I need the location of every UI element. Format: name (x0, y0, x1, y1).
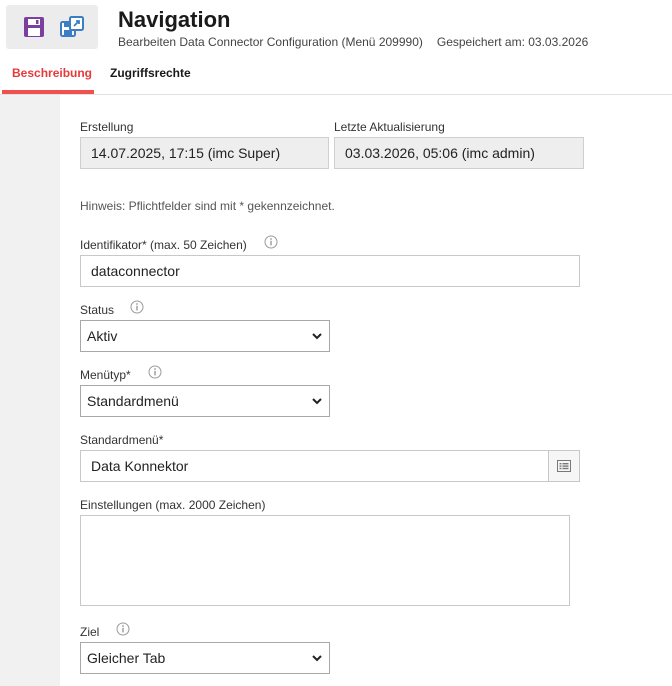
target-select[interactable]: Gleicher Tab (80, 642, 330, 674)
target-select-value: Gleicher Tab (87, 650, 166, 666)
header: Navigation Bearbeiten Data Connector Con… (0, 0, 672, 95)
standard-menu-label: Standardmenü* (80, 433, 164, 447)
tab-zugriffsrechte[interactable]: Zugriffsrechte (110, 66, 191, 80)
save-icon (24, 17, 44, 37)
status-select[interactable]: Aktiv (80, 320, 330, 352)
updated-label: Letzte Aktualisierung (334, 120, 445, 134)
standard-menu-field[interactable]: Data Konnektor (80, 450, 580, 482)
status-select-value: Aktiv (87, 328, 118, 344)
info-icon[interactable] (116, 622, 130, 636)
menu-type-label: Menütyp* (80, 368, 131, 382)
identifier-label: Identifikator* (max. 50 Zeichen) (80, 238, 247, 252)
saved-at-text: Gespeichert am: 03.03.2026 (436, 35, 589, 49)
subtitle-text: Bearbeiten Data Connector Configuration … (118, 35, 423, 49)
chevron-down-icon (312, 398, 322, 405)
menu-type-select-value: Standardmenü (87, 393, 179, 409)
tab-beschreibung[interactable]: Beschreibung (12, 66, 92, 80)
save-button[interactable] (18, 11, 50, 43)
info-icon[interactable] (130, 300, 144, 314)
identifier-input[interactable]: dataconnector (80, 255, 580, 287)
created-label: Erstellung (80, 120, 134, 134)
status-label: Status (80, 303, 115, 317)
list-icon (557, 460, 571, 472)
target-label: Ziel (80, 625, 100, 639)
save-as-icon (60, 16, 84, 37)
required-hint: Hinweis: Pflichtfelder sind mit * gekenn… (80, 199, 335, 213)
settings-textarea[interactable] (80, 515, 570, 606)
left-gutter (0, 95, 60, 686)
page-title: Navigation (118, 7, 231, 32)
created-field: 14.07.2025, 17:15 (imc Super) (80, 137, 329, 169)
tab-bar: Beschreibung Zugriffsrechte (0, 60, 672, 95)
menu-type-select[interactable]: Standardmenü (80, 385, 330, 417)
info-icon[interactable] (264, 235, 278, 249)
lookup-button[interactable] (548, 451, 579, 481)
info-icon[interactable] (148, 365, 162, 379)
updated-field: 03.03.2026, 05:06 (imc admin) (334, 137, 584, 169)
page-subtitle: Bearbeiten Data Connector Configuration … (118, 35, 588, 49)
toolbar (6, 5, 98, 49)
chevron-down-icon (312, 333, 322, 340)
standard-menu-value: Data Konnektor (91, 458, 189, 474)
chevron-down-icon (312, 655, 322, 662)
active-tab-indicator (2, 90, 94, 94)
save-as-button[interactable] (56, 11, 88, 43)
settings-label: Einstellungen (max. 2000 Zeichen) (80, 498, 266, 512)
